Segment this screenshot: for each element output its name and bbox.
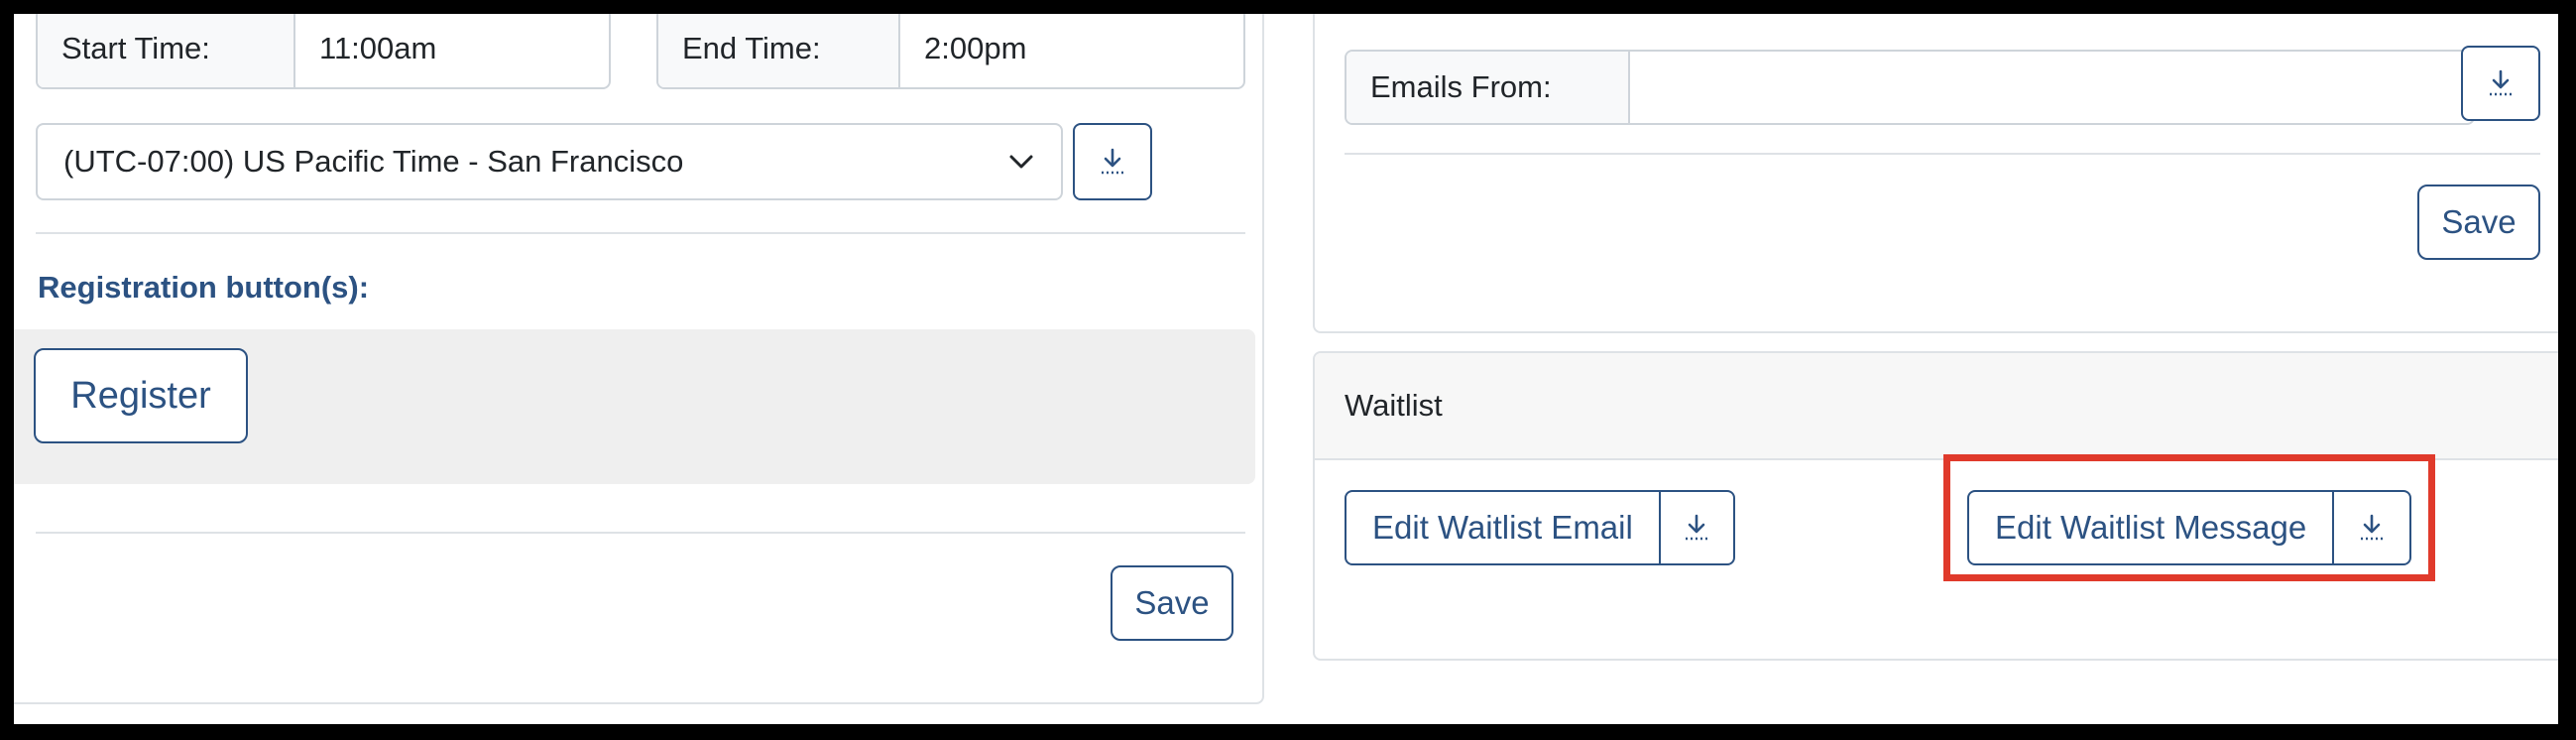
edit-waitlist-email-split-button: Edit Waitlist Email — [1345, 490, 1735, 565]
end-time-input[interactable]: 2:00pm — [900, 14, 1243, 87]
end-time-group: End Time: 2:00pm — [656, 14, 1245, 89]
start-time-group: Start Time: 11:00am — [36, 14, 611, 89]
divider — [36, 532, 1245, 534]
timezone-download-button[interactable] — [1073, 123, 1152, 200]
save-button[interactable]: Save — [1111, 565, 1233, 641]
timezone-select[interactable]: (UTC-07:00) US Pacific Time - San Franci… — [36, 123, 1063, 200]
emails-from-input[interactable] — [1630, 52, 2473, 123]
start-time-label: Start Time: — [38, 14, 295, 87]
end-time-label: End Time: — [658, 14, 900, 87]
emails-from-download-button[interactable] — [2461, 46, 2540, 121]
event-settings-card: Start Time: 11:00am End Time: 2:00pm (UT… — [14, 14, 1264, 704]
download-icon — [1686, 514, 1708, 541]
save-button[interactable]: Save — [2417, 185, 2540, 260]
edit-waitlist-email-download-button[interactable] — [1661, 492, 1733, 563]
highlight-box — [1943, 454, 2435, 581]
email-settings-card: Emails From: Save — [1313, 14, 2558, 333]
start-time-input[interactable]: 11:00am — [295, 14, 609, 87]
download-icon — [2490, 69, 2512, 96]
divider — [1345, 153, 2540, 155]
divider — [36, 232, 1245, 234]
emails-from-group: Emails From: — [1345, 50, 2475, 125]
download-icon — [1102, 148, 1123, 175]
emails-from-label: Emails From: — [1347, 52, 1630, 123]
waitlist-header: Waitlist — [1315, 353, 2558, 460]
register-button[interactable]: Register — [34, 348, 248, 443]
page-canvas: Start Time: 11:00am End Time: 2:00pm (UT… — [14, 14, 2558, 724]
registration-heading: Registration button(s): — [38, 270, 370, 305]
edit-waitlist-email-button[interactable]: Edit Waitlist Email — [1347, 492, 1661, 563]
chevron-down-icon — [1009, 155, 1033, 169]
timezone-select-value: (UTC-07:00) US Pacific Time - San Franci… — [63, 144, 684, 179]
